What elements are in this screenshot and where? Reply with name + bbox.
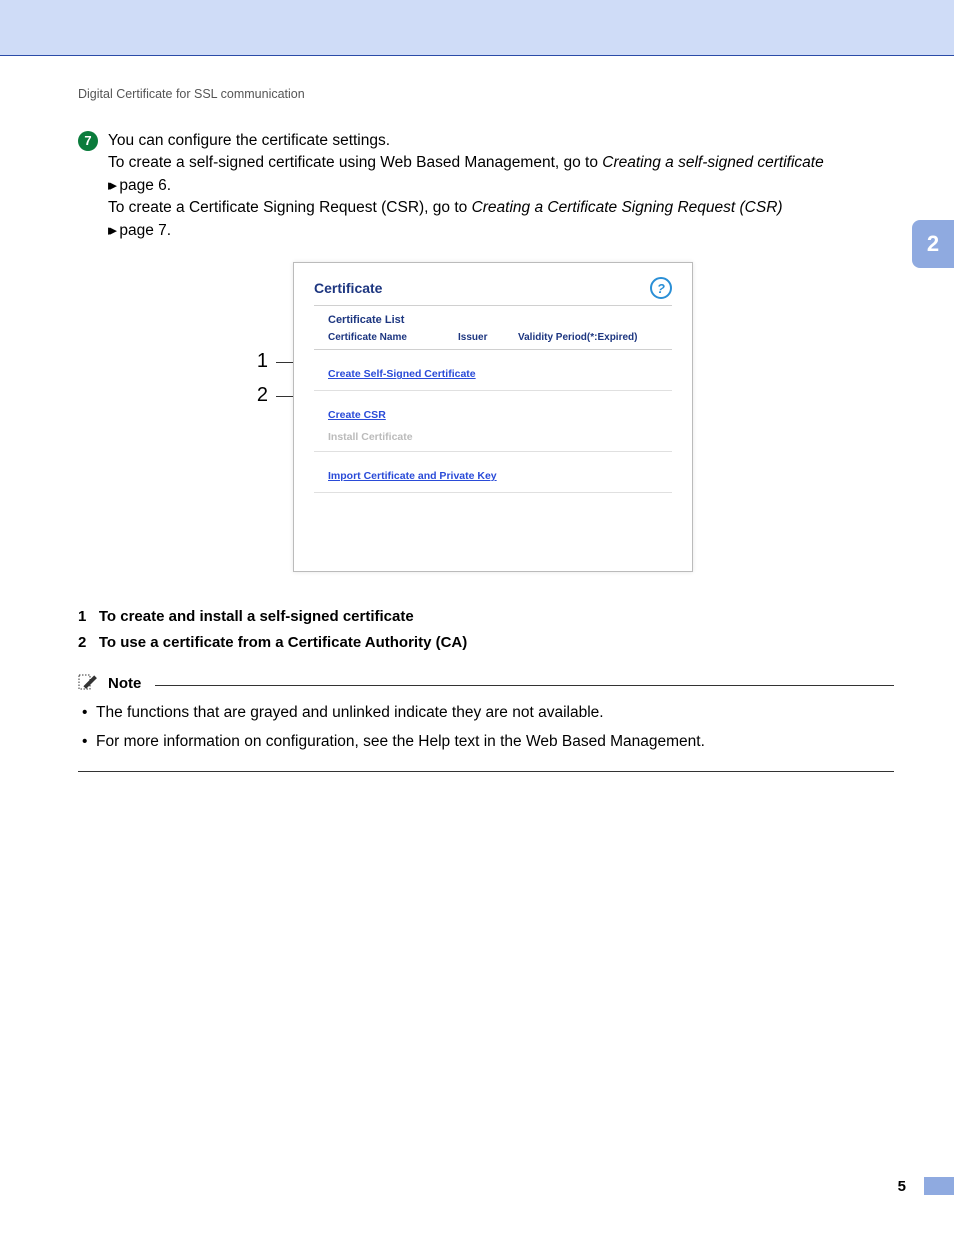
note-bullet-1: The functions that are grayed and unlink…	[82, 699, 894, 728]
note-row: Note	[78, 673, 894, 693]
col-validity: Validity Period(*:Expired)	[518, 332, 672, 343]
link-create-self-signed[interactable]: Create Self-Signed Certificate	[328, 368, 476, 380]
chapter-tab: 2	[912, 220, 954, 268]
action-row-csr: Create CSR Install Certificate	[314, 391, 672, 452]
step-line-3a: To create a Certificate Signing Request …	[108, 199, 472, 216]
action-row-self-signed: Create Self-Signed Certificate	[314, 350, 672, 391]
help-icon[interactable]: ?	[650, 277, 672, 299]
panel-title: Certificate	[314, 280, 382, 296]
note-line	[155, 685, 894, 686]
col-cert-name: Certificate Name	[328, 332, 458, 343]
step-line-2c: page 6.	[115, 177, 171, 194]
page-header-title: Digital Certificate for SSL communicatio…	[78, 87, 305, 101]
step-line-3c: page 7.	[115, 222, 171, 239]
note-icon	[78, 673, 100, 693]
link-import-cert-key[interactable]: Import Certificate and Private Key	[328, 470, 497, 482]
arrows-icon	[108, 222, 115, 239]
note-bullet-2: For more information on configuration, s…	[82, 728, 894, 757]
step-line-2a: To create a self-signed certificate usin…	[108, 154, 602, 171]
step-link-self-signed[interactable]: Creating a self-signed certificate	[602, 154, 823, 171]
legend-list: 1 To create and install a self-signed ce…	[78, 604, 894, 655]
arrows-icon	[108, 177, 115, 194]
page-number: 5	[898, 1178, 906, 1195]
step-link-csr[interactable]: Creating a Certificate Signing Request (…	[472, 199, 783, 216]
legend-item-1: 1 To create and install a self-signed ce…	[78, 604, 894, 630]
note-label: Note	[108, 675, 141, 692]
step-row: 7 You can configure the certificate sett…	[78, 130, 894, 242]
step-number-badge: 7	[78, 131, 98, 151]
top-bar	[0, 0, 954, 56]
link-install-certificate-disabled: Install Certificate	[328, 423, 658, 443]
bottom-marker	[924, 1177, 954, 1195]
cert-table-header: Certificate Name Issuer Validity Period(…	[314, 332, 672, 350]
link-create-csr[interactable]: Create CSR	[328, 409, 386, 421]
panel-title-row: Certificate ?	[314, 277, 672, 306]
step-line-1: You can configure the certificate settin…	[108, 132, 390, 149]
main-content: 7 You can configure the certificate sett…	[78, 130, 894, 772]
action-row-import: Import Certificate and Private Key	[314, 452, 672, 493]
col-issuer: Issuer	[458, 332, 518, 343]
certificate-panel: Certificate ? Certificate List Certifica…	[293, 262, 693, 572]
callout-number-1: 1	[248, 350, 268, 373]
panel-area: 1 2 Certificate ? Certificate List Certi…	[78, 262, 894, 582]
step-text: You can configure the certificate settin…	[108, 130, 824, 242]
cert-list-heading: Certificate List	[314, 314, 672, 332]
callout-number-2: 2	[248, 384, 268, 407]
legend-item-2: 2 To use a certificate from a Certificat…	[78, 630, 894, 656]
note-bullets: The functions that are grayed and unlink…	[78, 699, 894, 771]
